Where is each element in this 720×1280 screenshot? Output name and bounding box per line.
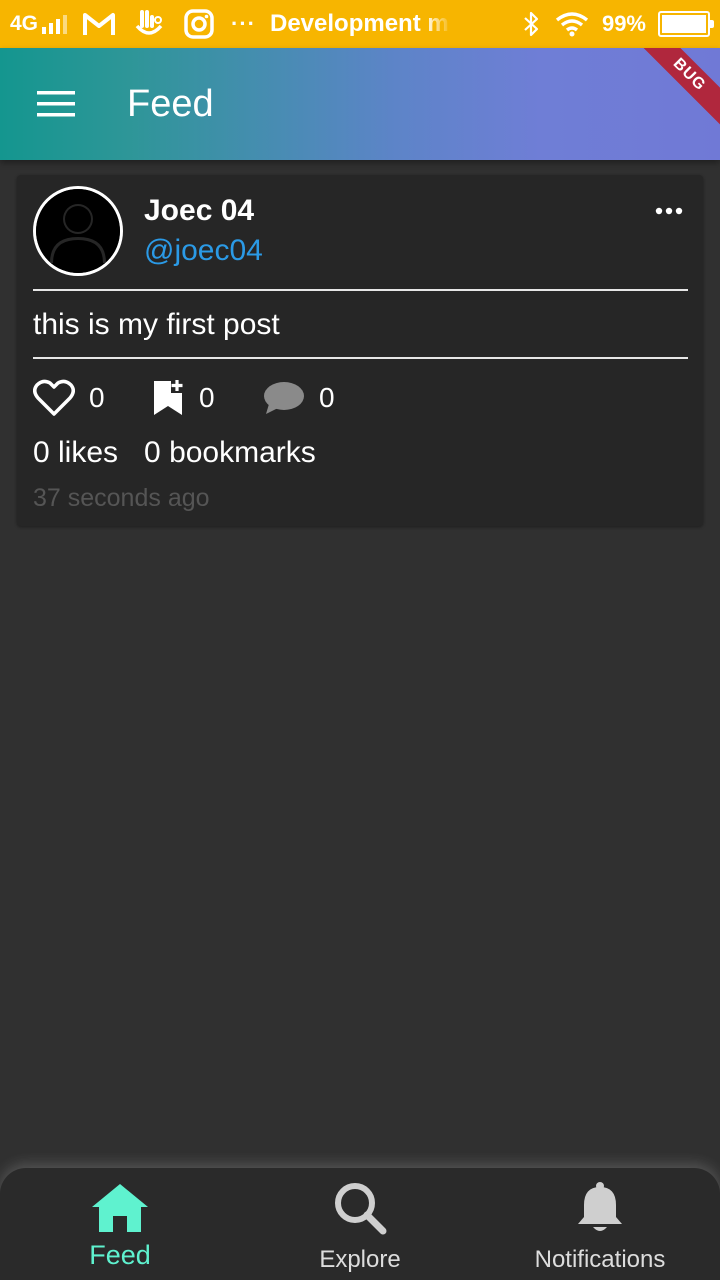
- post-options-button[interactable]: [649, 197, 689, 225]
- signal-strength-icon: [42, 14, 68, 34]
- nav-item-explore[interactable]: Explore: [240, 1168, 480, 1280]
- post-timestamp: 37 seconds ago: [33, 484, 210, 512]
- menu-button[interactable]: [0, 48, 112, 160]
- post-card[interactable]: Joec 04 @joec04 this is my first post 0 …: [17, 175, 703, 526]
- avatar[interactable]: [33, 186, 123, 276]
- network-type-label: 4G: [10, 12, 39, 35]
- debug-banner: BUG: [626, 48, 720, 138]
- touch-icon: [131, 6, 167, 42]
- divider: [33, 289, 688, 291]
- hamburger-menu-icon: [37, 91, 75, 117]
- divider: [33, 357, 688, 359]
- notification-text: Development m: [270, 10, 449, 37]
- bookmark-button[interactable]: 0: [151, 378, 263, 418]
- page-title: Feed: [127, 82, 214, 125]
- bluetooth-icon: [520, 6, 542, 42]
- nav-label-explore: Explore: [319, 1246, 401, 1273]
- gmail-icon: [81, 6, 117, 42]
- instagram-icon: [181, 6, 217, 42]
- battery-icon: [658, 11, 714, 37]
- bell-icon: [570, 1180, 630, 1236]
- battery-level-fill: [662, 15, 706, 33]
- like-button[interactable]: 0: [33, 378, 151, 418]
- like-count: 0: [89, 382, 105, 413]
- post-text: this is my first post: [33, 308, 280, 341]
- battery-percent: 99%: [601, 11, 646, 36]
- bookmark-count: 0: [199, 382, 215, 413]
- comment-count: 0: [319, 382, 335, 413]
- nav-item-feed[interactable]: Feed: [0, 1168, 240, 1280]
- heart-outline-icon: [33, 379, 75, 416]
- comment-bubble-icon: [264, 382, 304, 414]
- author-name[interactable]: Joec 04: [144, 194, 254, 228]
- more-horizontal-icon: [655, 207, 683, 215]
- likes-summary[interactable]: 0 likes: [33, 436, 118, 470]
- author-handle[interactable]: @joec04: [144, 234, 263, 268]
- home-icon: [90, 1180, 150, 1236]
- network-indicator: 4G: [10, 12, 68, 36]
- more-notifications-indicator: ···: [231, 11, 256, 36]
- bookmarks-summary[interactable]: 0 bookmarks: [144, 436, 316, 470]
- nav-label-feed: Feed: [89, 1240, 151, 1270]
- comment-button[interactable]: 0: [263, 378, 363, 418]
- post-actions: 0 0 0: [33, 378, 363, 418]
- nav-label-notifications: Notifications: [534, 1246, 666, 1273]
- wifi-icon: [554, 6, 590, 42]
- user-silhouette-icon: [36, 189, 120, 273]
- search-icon: [330, 1180, 390, 1236]
- bottom-navigation: Feed Explore Notifications: [0, 1168, 720, 1280]
- bookmark-add-icon: [154, 380, 183, 415]
- nav-item-notifications[interactable]: Notifications: [480, 1168, 720, 1280]
- app-bar: Feed BUG: [0, 48, 720, 160]
- post-stats: 0 likes 0 bookmarks: [33, 436, 316, 470]
- status-bar: 4G ··· Development m 99%: [0, 0, 720, 48]
